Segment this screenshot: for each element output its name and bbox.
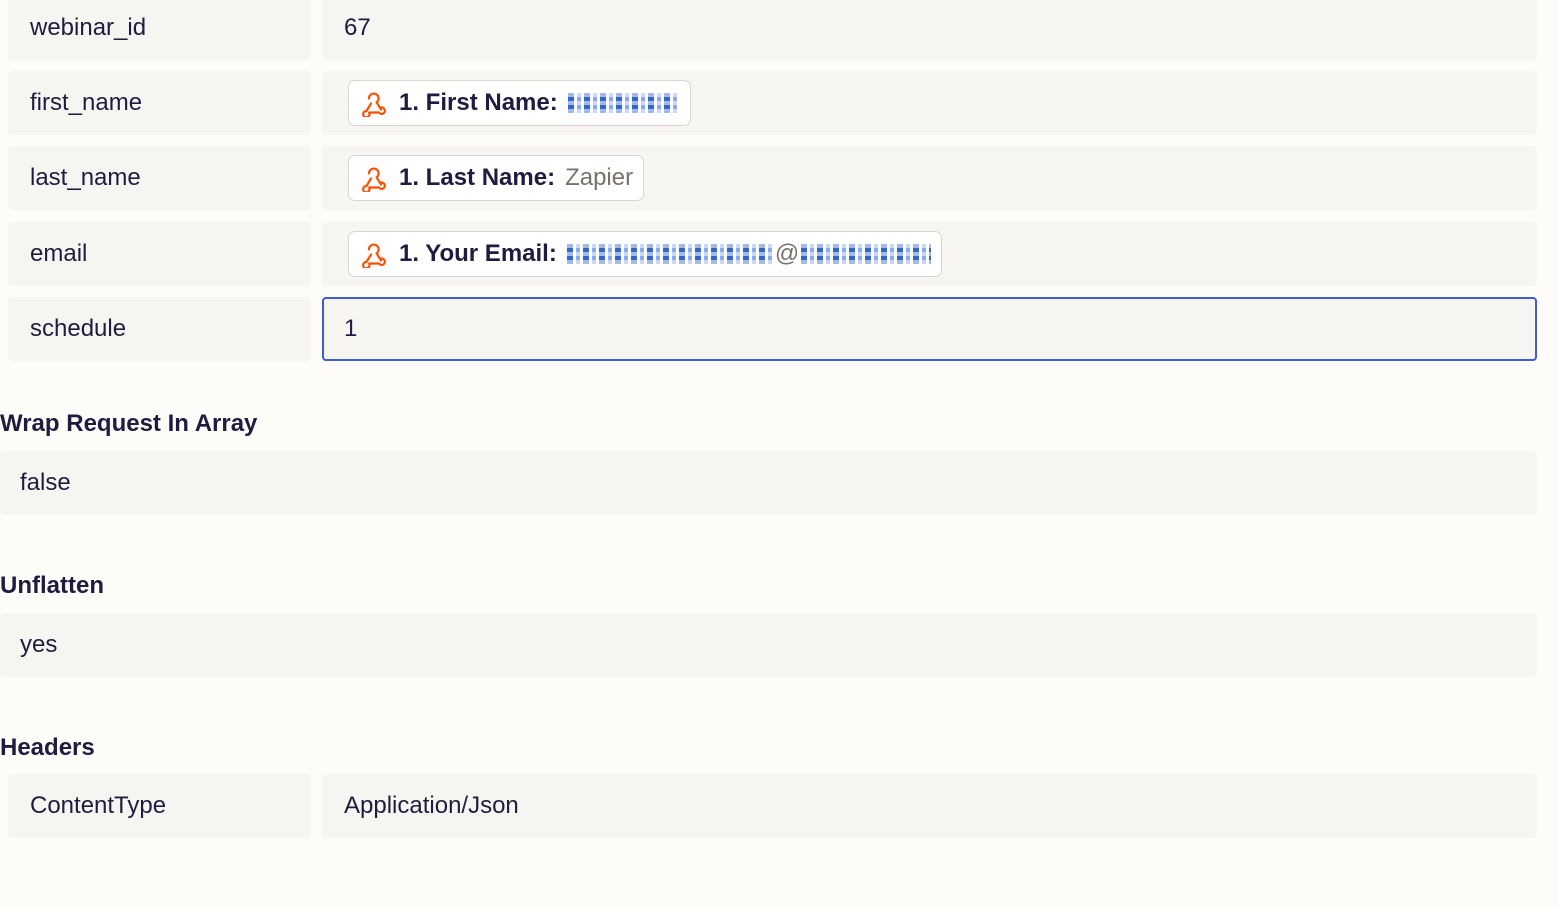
redacted-value [566,244,773,264]
data-value-field[interactable]: 1. First Name: [322,71,1537,135]
data-row-last-name: last_name 1. Last Name: Zapier [8,146,1537,210]
data-row-webinar-id: webinar_id 67 [8,0,1537,60]
redacted-value [567,93,680,113]
data-key-field[interactable]: first_name [8,71,311,135]
unflatten-field[interactable]: yes [0,613,1537,677]
schedule-input[interactable] [344,315,1535,343]
webhook-icon [359,239,389,269]
mapped-field-pill[interactable]: 1. Last Name: Zapier [348,155,645,201]
data-row-email: email 1. Your Email: @ [8,222,1537,286]
data-value-field[interactable]: 1. Last Name: Zapier [322,146,1537,210]
header-value-field[interactable]: Application/Json [322,774,1537,838]
wrap-request-title: Wrap Request In Array [0,410,258,437]
mapped-field-pill[interactable]: 1. Your Email: @ [348,231,943,277]
data-row-schedule: schedule [8,297,1537,361]
wrap-request-field[interactable]: false [0,451,1537,515]
data-key-field[interactable]: schedule [8,297,311,361]
data-key-field[interactable]: webinar_id [8,0,311,60]
data-key-field[interactable]: email [8,222,311,286]
data-row-first-name: first_name 1. First Name: [8,71,1537,135]
header-row: ContentType Application/Json [8,774,1537,838]
data-key-label: webinar_id [30,14,147,41]
header-key-field[interactable]: ContentType [8,774,311,838]
pill-value-at-sign: @ [774,240,800,267]
header-key-label: ContentType [30,792,167,819]
wrap-request-value: false [20,469,71,496]
data-key-label: email [30,240,88,267]
zapier-action-fields: webinar_id 67 first_name 1. First Name: [0,0,1558,909]
data-key-label: first_name [30,89,143,116]
data-key-field[interactable]: last_name [8,146,311,210]
data-value-text: 67 [344,14,371,41]
webhook-icon [359,88,389,118]
redacted-value [801,244,932,264]
pill-label: 1. Last Name: [399,164,556,191]
data-value-field[interactable] [322,297,1537,361]
headers-title: Headers [0,734,95,761]
mapped-field-pill[interactable]: 1. First Name: [348,80,691,126]
pill-label: 1. First Name: [399,89,558,116]
header-value-text: Application/Json [344,792,519,819]
data-key-label: last_name [30,164,141,191]
data-value-field[interactable]: 1. Your Email: @ [322,222,1537,286]
pill-value: Zapier [565,164,634,191]
webhook-icon [359,163,389,193]
unflatten-value: yes [20,631,58,658]
data-value-field[interactable]: 67 [322,0,1537,60]
unflatten-title: Unflatten [0,572,104,599]
pill-label: 1. Your Email: [399,240,557,267]
data-key-label: schedule [30,315,127,342]
